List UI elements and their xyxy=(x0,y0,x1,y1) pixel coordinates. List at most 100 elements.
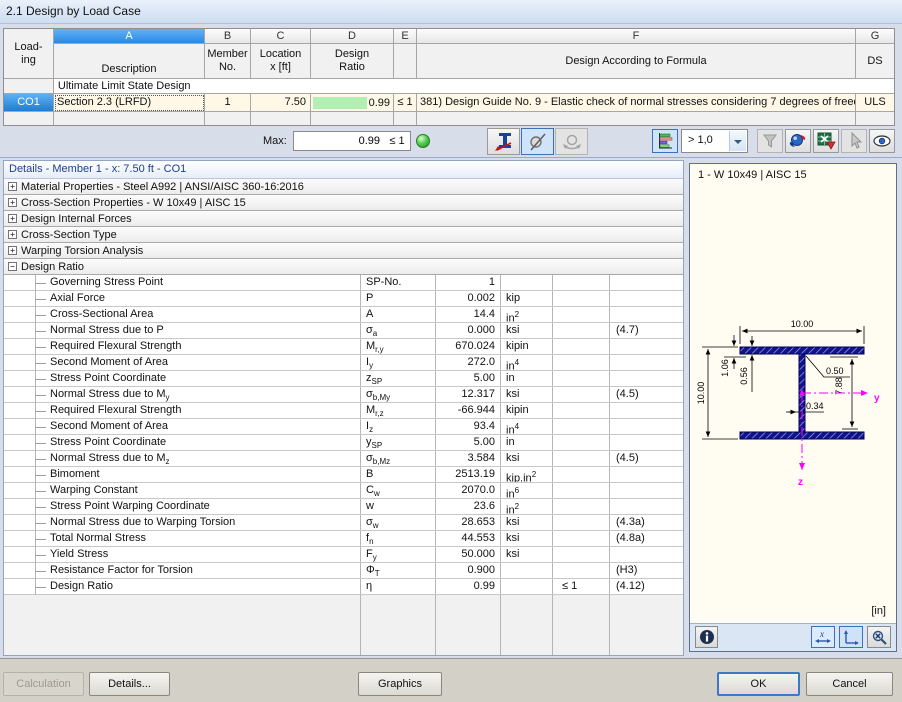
row-limit: ≤ 1 xyxy=(553,579,610,594)
row-ref xyxy=(610,435,683,450)
member-no-cell[interactable]: 1 xyxy=(205,94,251,112)
expand-toggle-icon[interactable]: + xyxy=(8,198,17,207)
empty-cell xyxy=(394,112,417,125)
column-letter-d[interactable]: D xyxy=(311,29,394,44)
stress-diagram-button[interactable] xyxy=(487,128,520,155)
row-limit xyxy=(553,419,610,434)
row-ref: (H3) xyxy=(610,563,683,578)
details-group-row[interactable]: − Design Ratio xyxy=(4,259,683,275)
row-ref xyxy=(610,307,683,322)
row-symbol: SP-No. xyxy=(361,275,436,290)
column-letter-c[interactable]: C xyxy=(251,29,311,44)
axes-toggle-button[interactable] xyxy=(839,626,863,648)
row-value: 3.584 xyxy=(436,451,501,466)
filter-button[interactable] xyxy=(757,129,783,153)
row-limit xyxy=(553,387,610,402)
column-letter-a[interactable]: A xyxy=(54,29,205,44)
expand-toggle-icon[interactable]: + xyxy=(8,246,17,255)
row-symbol: ΦT xyxy=(361,563,436,578)
empty-cell xyxy=(436,595,501,655)
group-label: Cross-Section Properties - W 10x49 | AIS… xyxy=(21,197,246,209)
group-label: Design Ratio xyxy=(21,261,84,273)
cross-section-panel: 1 - W 10x49 | AISC 15 10.00 10.00 1.06 xyxy=(689,163,897,652)
row-value: 2513.19 xyxy=(436,467,501,482)
visibility-button[interactable] xyxy=(869,129,895,153)
info-button[interactable] xyxy=(695,626,718,648)
expand-toggle-icon[interactable]: + xyxy=(8,214,17,223)
column-letter-g[interactable]: G xyxy=(856,29,894,44)
smooth-results-button[interactable] xyxy=(555,128,588,155)
filter-icon xyxy=(761,132,779,150)
x-dimension-button[interactable]: x xyxy=(811,626,835,648)
row-value: 272.0 xyxy=(436,355,501,370)
row-value: 0.900 xyxy=(436,563,501,578)
row-label: Axial Force xyxy=(4,291,361,306)
row-symbol: Iz xyxy=(361,419,436,434)
design-ratio-cell[interactable]: 0.99 xyxy=(311,94,394,112)
details-group-row[interactable]: + Warping Torsion Analysis xyxy=(4,243,683,259)
details-pane: Details - Member 1 - x: 7.50 ft - CO1 + … xyxy=(3,160,684,656)
row-ref xyxy=(610,419,683,434)
details-button[interactable]: Details... xyxy=(89,672,170,696)
pointer-select-button[interactable] xyxy=(841,129,867,153)
row-label: Second Moment of Area xyxy=(4,355,361,370)
result-diagram-filter-button[interactable] xyxy=(652,129,678,153)
details-data-row: Normal Stress due to P σa 0.000 ksi (4.7… xyxy=(4,323,683,339)
expand-toggle-icon[interactable]: − xyxy=(8,262,17,271)
ds-cell[interactable]: ULS xyxy=(856,94,894,112)
row-ref: (4.7) xyxy=(610,323,683,338)
row-ref xyxy=(610,355,683,370)
color-scale-button[interactable] xyxy=(785,129,811,153)
row-unit: kip xyxy=(501,291,553,306)
result-row-co1[interactable]: CO1 Section 2.3 (LRFD) 1 7.50 0.99 ≤ 1 3… xyxy=(4,94,894,112)
row-limit xyxy=(553,467,610,482)
details-data-row: Axial Force P 0.002 kip xyxy=(4,291,683,307)
column-letter-f[interactable]: F xyxy=(417,29,856,44)
cross-section-title: 1 - W 10x49 | AISC 15 xyxy=(698,169,807,181)
dim-inner-height: 7.88 xyxy=(834,377,844,395)
details-group-row[interactable]: + Cross-Section Type xyxy=(4,227,683,243)
ok-button[interactable]: OK xyxy=(717,672,800,696)
description-cell[interactable]: Section 2.3 (LRFD) xyxy=(54,94,205,112)
row-ref xyxy=(610,499,683,514)
details-group-row[interactable]: + Cross-Section Properties - W 10x49 | A… xyxy=(4,195,683,211)
ratio-threshold-select[interactable]: > 1,0 xyxy=(681,129,748,153)
expand-toggle-icon[interactable]: + xyxy=(8,182,17,191)
dim-flange-width: 10.00 xyxy=(791,319,814,329)
stress-points-button[interactable] xyxy=(521,128,554,155)
expand-toggle-icon[interactable]: + xyxy=(8,230,17,239)
limit-cell[interactable]: ≤ 1 xyxy=(394,94,417,112)
column-letter-b[interactable]: B xyxy=(205,29,251,44)
cancel-button[interactable]: Cancel xyxy=(806,672,893,696)
formula-cell[interactable]: 381) Design Guide No. 9 - Elastic check … xyxy=(417,94,856,112)
excel-export-button[interactable] xyxy=(813,129,839,153)
column-header-ds: DS xyxy=(856,44,894,79)
result-diagram-icon xyxy=(656,132,674,150)
row-ref: (4.5) xyxy=(610,451,683,466)
row-value: 0.002 xyxy=(436,291,501,306)
row-unit: in4 xyxy=(501,355,553,370)
row-value: 1 xyxy=(436,275,501,290)
details-data-row: Design Ratio η 0.99 ≤ 1 (4.12) xyxy=(4,579,683,595)
details-data-row: Resistance Factor for Torsion ΦT 0.900 (… xyxy=(4,563,683,579)
row-limit xyxy=(553,531,610,546)
row-label: Required Flexural Strength xyxy=(4,339,361,354)
row-symbol: σb,My xyxy=(361,387,436,402)
row-unit xyxy=(501,275,553,290)
column-letter-e[interactable]: E xyxy=(394,29,417,44)
design-ratio-value: 0.99 xyxy=(367,97,393,109)
max-value-field[interactable] xyxy=(293,131,385,151)
zoom-off-button[interactable] xyxy=(867,626,891,648)
graphics-button[interactable]: Graphics xyxy=(358,672,442,696)
details-group-row[interactable]: + Design Internal Forces xyxy=(4,211,683,227)
row-ref xyxy=(610,291,683,306)
location-cell[interactable]: 7.50 xyxy=(251,94,311,112)
details-data-row: Total Normal Stress fn 44.553 ksi (4.8a) xyxy=(4,531,683,547)
calculation-button[interactable]: Calculation xyxy=(3,672,84,696)
chevron-down-icon[interactable] xyxy=(729,131,746,151)
row-limit xyxy=(553,307,610,322)
row-limit xyxy=(553,355,610,370)
details-group-row[interactable]: + Material Properties - Steel A992 | ANS… xyxy=(4,179,683,195)
row-limit xyxy=(553,483,610,498)
loading-case-cell[interactable]: CO1 xyxy=(4,94,54,112)
